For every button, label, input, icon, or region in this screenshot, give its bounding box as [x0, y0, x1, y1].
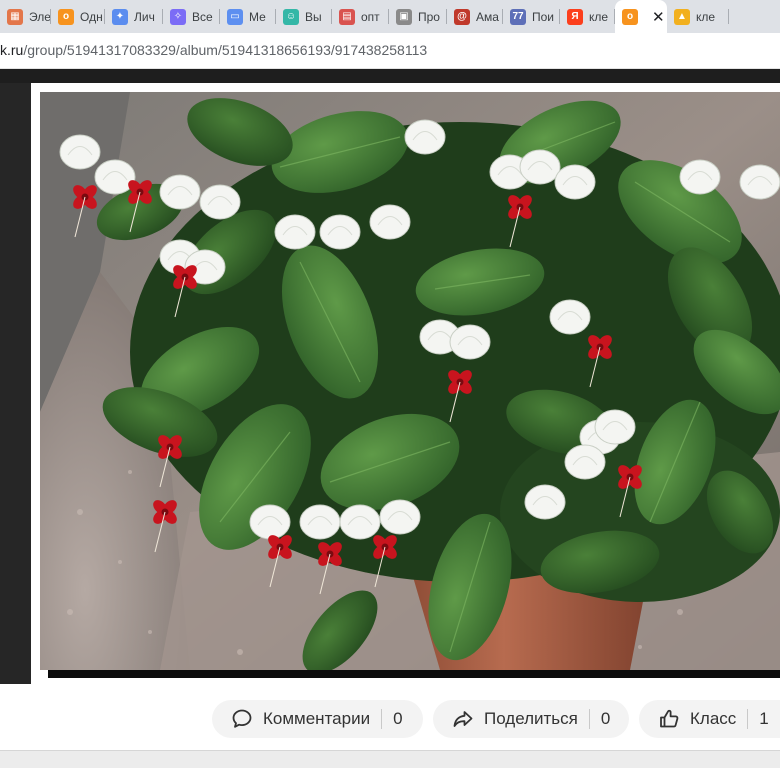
browser-tab[interactable]: о Одн	[51, 0, 105, 33]
tab-title: Лич	[134, 9, 155, 24]
document-icon: ▤	[339, 8, 355, 25]
tab-title: кле	[589, 9, 609, 24]
browser-tab[interactable]: ▦ Эле	[0, 0, 51, 33]
tab-title: Пои	[532, 9, 555, 24]
comment-icon	[232, 709, 252, 728]
tab-strip: ▦ Эле о Одн ✦ Лич ✧ Все ▭ Ме ☺ Вы ▤ опт ▣ Про @ Ама 77 Пои Я…	[0, 0, 780, 33]
thumbs-up-icon	[660, 709, 679, 728]
share-arrow-icon	[453, 711, 473, 727]
album-photo[interactable]	[40, 92, 780, 670]
tab-title: Эле	[29, 9, 51, 24]
sparkle-icon: ✧	[170, 8, 186, 25]
browser-tab[interactable]: ☺ Вы	[276, 0, 332, 33]
browser-tab[interactable]: ▭ Ме	[220, 0, 276, 33]
url-host: k.ru	[0, 42, 24, 58]
comments-divider	[381, 709, 383, 729]
like-label: Класс	[690, 709, 737, 728]
photo-actions-bar: Комментарии 0 Поделиться 0 Класс 1	[0, 684, 780, 750]
address-bar[interactable]: k.ru/group/51941317083329/album/51941318…	[0, 33, 780, 69]
bottom-strip	[0, 750, 780, 768]
tab-title: Одн	[80, 9, 103, 24]
comments-count: 0	[393, 709, 403, 728]
url-path: /group/51941317083329/album/519413186561…	[23, 42, 428, 58]
browser-tab[interactable]: @ Ама	[447, 0, 503, 33]
ok-icon: о	[622, 8, 638, 25]
share-button[interactable]: Поделиться 0	[433, 700, 629, 738]
apps-icon: ✦	[112, 8, 128, 25]
tab-title: Все	[192, 9, 213, 24]
like-divider	[747, 709, 749, 729]
building-icon: ▦	[7, 8, 23, 25]
close-tab-icon[interactable]: ✕	[644, 8, 665, 26]
tab-title: Про	[418, 9, 440, 24]
share-count: 0	[600, 709, 611, 728]
comments-button[interactable]: Комментарии 0	[212, 700, 423, 738]
browser-tab[interactable]: ▲ кле	[667, 0, 729, 33]
tab-title: Ама	[476, 9, 499, 24]
comments-label: Комментарии	[263, 709, 371, 728]
monitor-icon: ▣	[396, 8, 412, 25]
url-text[interactable]: k.ru/group/51941317083329/album/51941318…	[0, 42, 427, 58]
browser-tab[interactable]: ✦ Лич	[105, 0, 163, 33]
browser-tab[interactable]: о ✕	[615, 0, 667, 33]
browser-tab[interactable]: ✧ Все	[163, 0, 220, 33]
viewer-left-panel[interactable]	[0, 83, 31, 684]
browser-tab[interactable]: 77 Пои	[503, 0, 560, 33]
like-class-button[interactable]: Класс 1	[639, 700, 780, 738]
viewer-top-bar	[0, 69, 780, 83]
browser-tab[interactable]: Якле	[560, 0, 615, 33]
plant-photo-illustration	[40, 92, 780, 670]
share-divider	[588, 709, 590, 729]
like-count: 1	[759, 709, 769, 728]
smile-icon: ☺	[283, 8, 299, 25]
tab-title: кле	[696, 9, 716, 24]
image-icon: ▲	[674, 8, 690, 25]
tab-title: Вы	[305, 9, 322, 24]
browser-tab[interactable]: ▣ Про	[389, 0, 447, 33]
ok-icon: о	[58, 8, 74, 25]
chat-icon: ▭	[227, 8, 243, 25]
share-label: Поделиться	[484, 709, 578, 728]
spiral-icon: @	[454, 8, 470, 25]
number-icon: 77	[510, 8, 526, 25]
browser-tab[interactable]: ▤ опт	[332, 0, 389, 33]
tab-title: опт	[361, 9, 380, 24]
tab-title: Ме	[249, 9, 266, 24]
yandex-icon: Я	[567, 8, 583, 25]
